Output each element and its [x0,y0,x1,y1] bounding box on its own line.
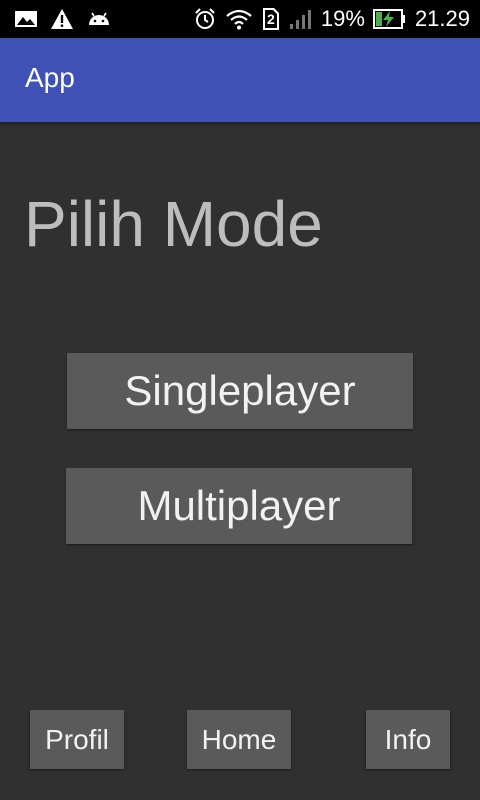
clock: 21.29 [414,6,470,31]
signal-icon [289,8,313,30]
home-button[interactable]: Home [187,710,291,769]
info-button[interactable]: Info [366,710,450,769]
battery-percent: 19% [320,6,365,31]
page-title: Pilih Mode [24,188,323,260]
multiplayer-button[interactable]: Multiplayer [66,468,412,544]
app-bar: App [0,38,480,122]
sim-icon: 2 [261,6,281,32]
warning-icon [50,8,74,30]
image-icon [14,9,38,29]
wifi-icon [225,8,253,30]
singleplayer-button[interactable]: Singleplayer [67,353,413,429]
sim-slot-number: 2 [266,11,275,27]
app-title: App [25,62,75,93]
screen: 2 19% 21.29 App Pilih Mode Singleplayer … [0,0,480,800]
status-bar: 2 19% 21.29 [0,0,480,38]
alarm-icon [193,7,217,31]
battery-charging-icon [372,8,407,30]
android-icon [86,9,112,29]
profil-button[interactable]: Profil [30,710,124,769]
